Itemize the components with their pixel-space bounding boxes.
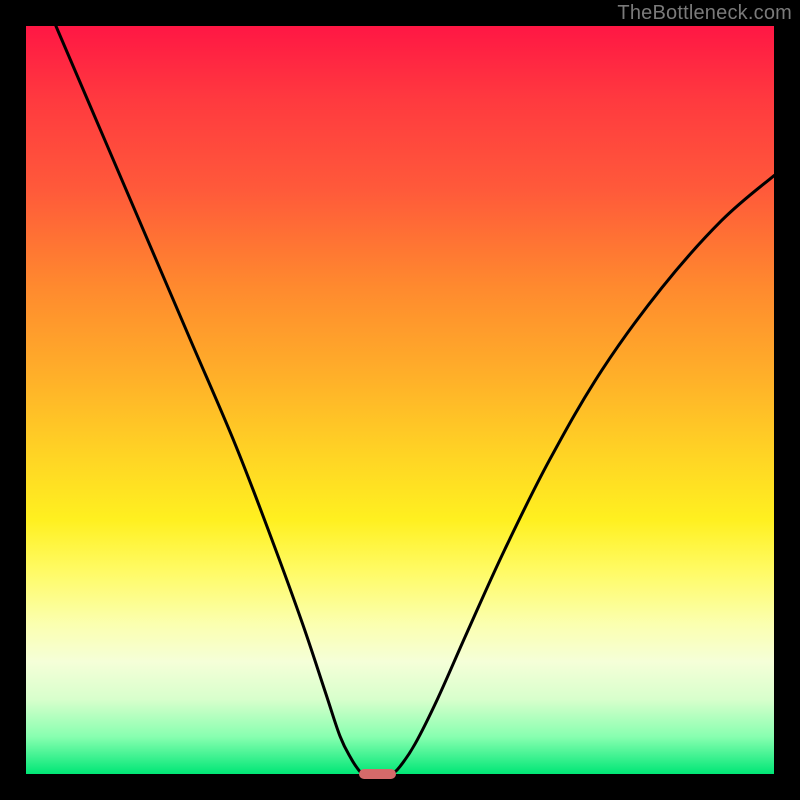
left-curve: [56, 26, 363, 774]
plot-area: [26, 26, 774, 774]
curves-svg: [26, 26, 774, 774]
watermark-text: TheBottleneck.com: [617, 2, 792, 25]
right-curve: [393, 176, 774, 774]
optimal-marker: [359, 769, 396, 779]
chart-frame: TheBottleneck.com: [0, 0, 800, 800]
